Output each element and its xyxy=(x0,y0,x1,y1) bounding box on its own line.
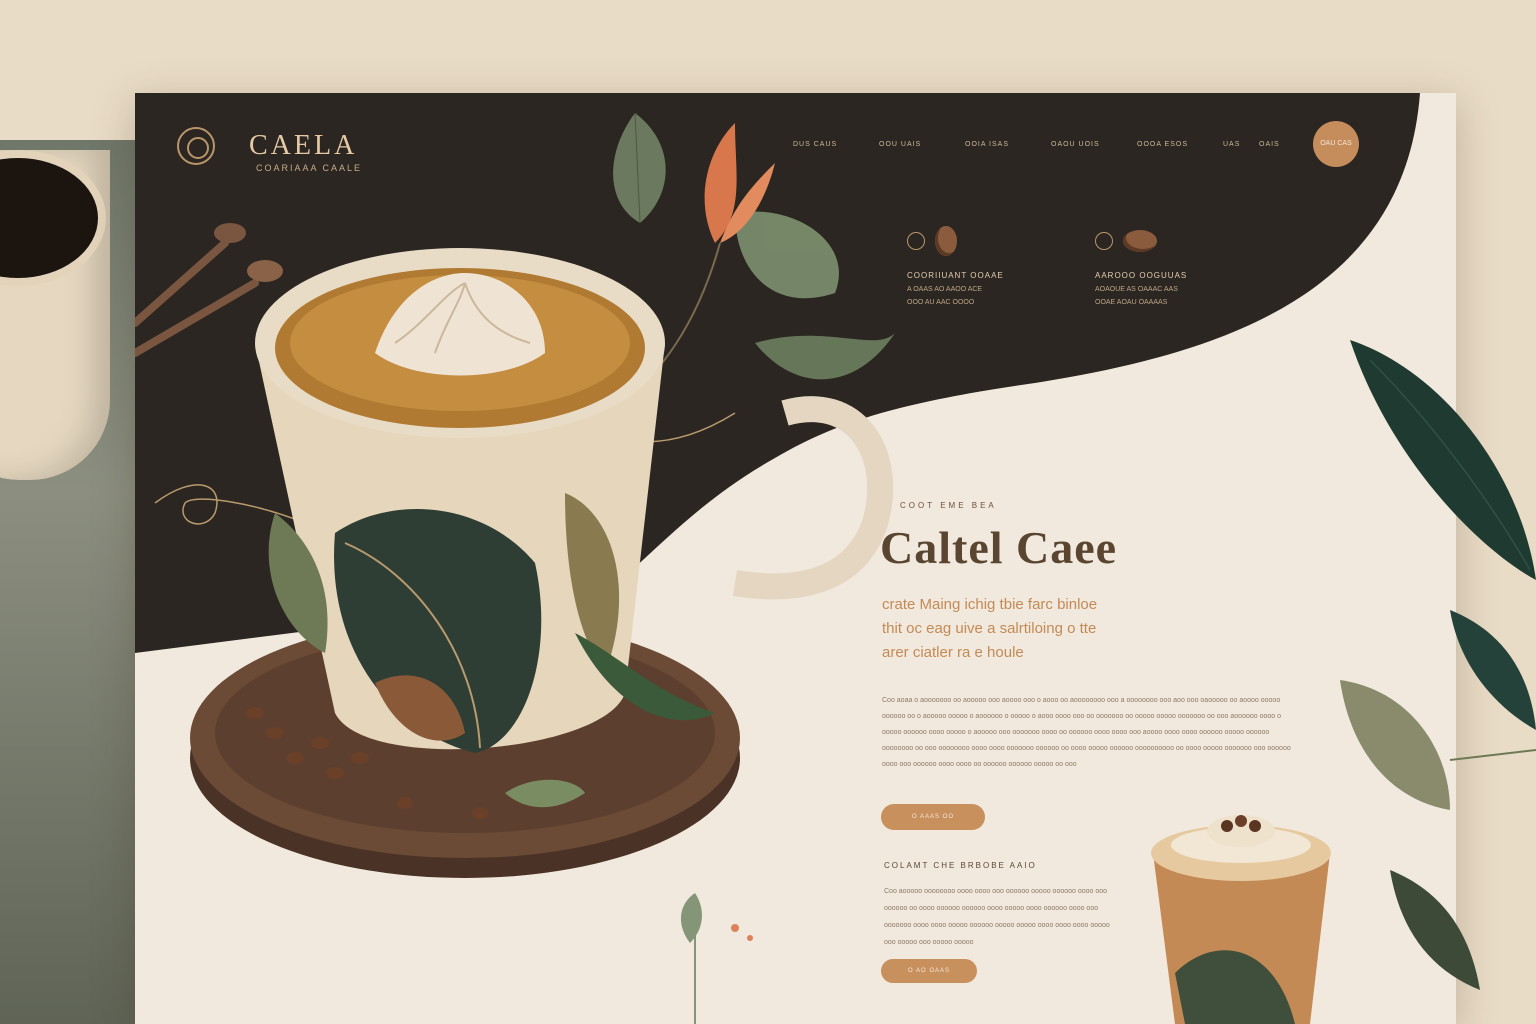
leaf-icon xyxy=(1340,680,1450,810)
section-cta-button[interactable]: O AO OAAS xyxy=(881,959,977,983)
feature-text: OOO AU AAC OOOO xyxy=(907,299,975,306)
logo-ring-icon xyxy=(177,127,215,165)
coffee-bean-icon xyxy=(935,226,957,256)
brand-tagline: COARIAAA CAALE xyxy=(256,163,363,173)
feature-text: A OAAS AO AAOO ACE xyxy=(907,286,983,293)
website-mockup: CAELA COARIAAA CAALE DUS CAUS OOU UAIS O… xyxy=(135,93,1456,1024)
nav-item-4[interactable]: OAOU UOIS xyxy=(1051,141,1137,148)
brand-name: CAELA xyxy=(249,130,358,161)
nav-cta-button[interactable]: OAU CAS xyxy=(1313,121,1359,167)
feature-title: AAROOO OOGUUAS xyxy=(1095,271,1188,280)
hero-subhead: crate Maing ichig tbie farc binloe thit … xyxy=(882,593,1202,665)
feature-text: OOAE AOAU OAAAAS xyxy=(1095,299,1168,306)
nav-item-1[interactable]: DUS CAUS xyxy=(793,141,879,148)
hero-subhead-line: thit oc eag uive a salrtiloing o tte xyxy=(882,620,1097,637)
nav-item-5[interactable]: OOOA ESOS xyxy=(1137,141,1223,148)
hero-headline: Caltel Caee xyxy=(880,522,1118,573)
nav-item-6[interactable]: UAS xyxy=(1223,141,1259,148)
hero-dark-panel xyxy=(135,93,1456,653)
leaf-icon xyxy=(1450,610,1536,730)
brand-logo[interactable]: CAELA xyxy=(177,127,357,165)
ring-icon xyxy=(907,232,925,250)
leaf-icon xyxy=(1390,870,1480,990)
hero-paragraph: Coo aoaa o aooooooo oo aooooo ooo aoooo … xyxy=(882,697,1291,768)
feature-card-2: AAROOO OOGUUAS AOAOUE AS OAAAC AAS OOAE … xyxy=(1095,221,1225,306)
feature-card-1: COORIIUANT OOAAE A OAAS AO AAOO ACE OOO … xyxy=(907,221,1037,306)
hero-eyebrow: COOT EME BEA xyxy=(900,501,997,510)
coffee-bean-icon xyxy=(1123,230,1157,252)
section-paragraph: Coo aooooo oooooooo oooo oooo ooo oooooo… xyxy=(884,888,1110,946)
feature-title: COORIIUANT OOAAE xyxy=(907,271,1004,280)
hero-subhead-line: arer ciatler ra e houle xyxy=(882,644,1024,661)
decorative-leaves-right xyxy=(1340,340,1536,990)
feature-text: AOAOUE AS OAAAC AAS xyxy=(1095,286,1178,293)
section-title: COLAMT CHE BRBOBE AAIO xyxy=(884,861,1037,870)
hero-cta-button[interactable]: O AAAS OO xyxy=(881,804,985,830)
nav-item-2[interactable]: OOU UAIS xyxy=(879,141,965,148)
hero-subhead-line: crate Maing ichig tbie farc binloe xyxy=(882,596,1098,613)
main-nav: DUS CAUS OOU UAIS OOIA ISAS OAOU UOIS OO… xyxy=(793,141,1345,148)
nav-item-3[interactable]: OOIA ISAS xyxy=(965,141,1051,148)
ring-icon xyxy=(1095,232,1113,250)
leaf-icon xyxy=(1350,340,1536,580)
